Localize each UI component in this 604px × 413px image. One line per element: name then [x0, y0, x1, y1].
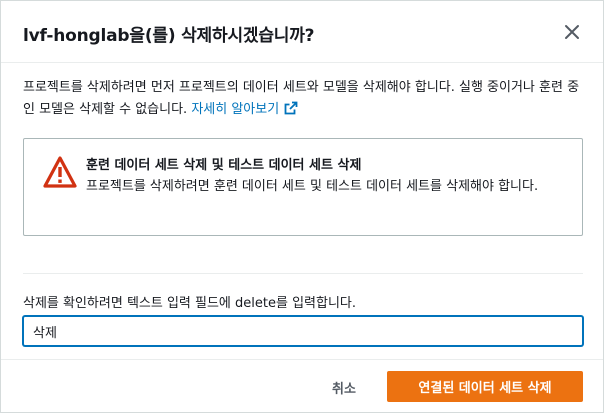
close-button[interactable] — [561, 21, 583, 43]
alert-body: 프로젝트를 삭제하려면 훈련 데이터 세트 및 테스트 데이터 세트를 삭제해야… — [86, 179, 539, 194]
close-icon — [565, 25, 579, 39]
warning-icon — [43, 156, 77, 188]
external-link-icon — [284, 101, 298, 115]
dialog-header: lvf-honglab을(를) 삭제하시겠습니까? — [1, 1, 603, 63]
delete-datasets-button[interactable]: 연결된 데이터 세트 삭제 — [387, 371, 583, 402]
alert-heading: 훈련 데이터 세트 삭제 및 테스트 데이터 세트 삭제 — [86, 158, 362, 173]
learn-more-label: 자세히 알아보기 — [191, 102, 280, 117]
divider — [23, 273, 583, 274]
cancel-button[interactable]: 취소 — [319, 372, 369, 402]
description-text: 프로젝트를 삭제하려면 먼저 프로젝트의 데이터 세트와 모델을 삭제해야 합니… — [23, 80, 580, 117]
dialog-footer: 취소 연결된 데이터 세트 삭제 — [1, 359, 603, 413]
dialog-description: 프로젝트를 삭제하려면 먼저 프로젝트의 데이터 세트와 모델을 삭제해야 합니… — [23, 77, 585, 121]
delete-project-dialog: lvf-honglab을(를) 삭제하시겠습니까? 프로젝트를 삭제하려면 먼저… — [0, 0, 604, 413]
confirm-label: 삭제를 확인하려면 텍스트 입력 필드에 delete를 입력합니다. — [23, 296, 357, 311]
delete-confirm-input[interactable] — [23, 316, 583, 346]
learn-more-link[interactable]: 자세히 알아보기 — [191, 101, 298, 117]
warning-alert: 훈련 데이터 세트 삭제 및 테스트 데이터 세트 삭제 프로젝트를 삭제하려면… — [23, 138, 583, 236]
dialog-title: lvf-honglab을(를) 삭제하시겠습니까? — [23, 26, 315, 46]
